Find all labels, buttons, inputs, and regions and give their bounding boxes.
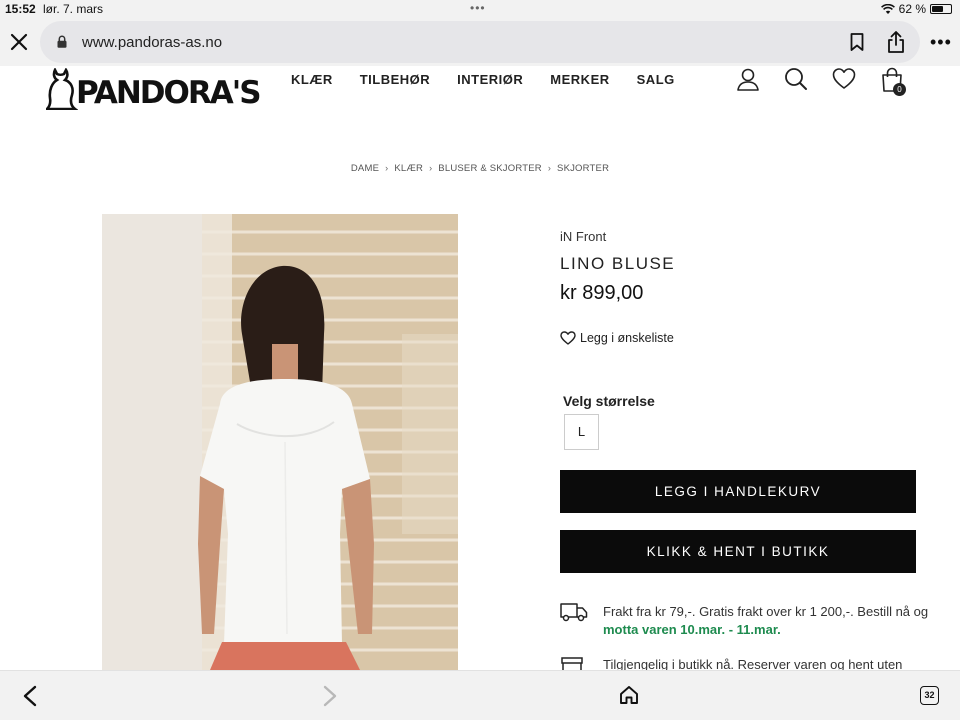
forward-icon[interactable] bbox=[322, 685, 338, 707]
nav-item-merker[interactable]: MERKER bbox=[550, 72, 609, 87]
shipping-text-block: Frakt fra kr 79,-. Gratis frakt over kr … bbox=[603, 603, 933, 639]
cart-count-badge: 0 bbox=[893, 83, 906, 96]
account-icon[interactable] bbox=[736, 67, 760, 93]
bookmark-icon[interactable] bbox=[849, 32, 865, 52]
nav-item-interior[interactable]: INTERIØR bbox=[457, 72, 523, 87]
product-brand[interactable]: iN Front bbox=[560, 229, 606, 244]
size-selector-label: Velg størrelse bbox=[563, 393, 655, 409]
url-field[interactable]: www.pandoras-as.no bbox=[40, 21, 920, 63]
breadcrumb: DAME › KLÆR › BLUSER & SKJORTER › SKJORTER bbox=[0, 163, 960, 174]
chevron-right-icon: › bbox=[547, 163, 552, 173]
tabs-button[interactable]: 32 bbox=[920, 686, 939, 705]
store-availability: Tilgjengelig i butikk nå. Reserver varen… bbox=[560, 656, 940, 670]
add-to-cart-button[interactable]: LEGG I HANDLEKURV bbox=[560, 470, 916, 513]
status-date: lør. 7. mars bbox=[43, 2, 104, 16]
store-icon bbox=[561, 657, 583, 670]
product-price: kr 899,00 bbox=[560, 282, 644, 304]
store-text: Tilgjengelig i butikk nå. Reserver varen… bbox=[603, 657, 903, 670]
add-to-wishlist-button[interactable]: Legg i ønskeliste bbox=[560, 331, 674, 345]
back-icon[interactable] bbox=[22, 685, 38, 707]
browser-bar: www.pandoras-as.no ••• bbox=[0, 18, 960, 66]
breadcrumb-item-klaer[interactable]: KLÆR bbox=[394, 163, 423, 174]
delivery-truck-icon bbox=[560, 603, 588, 622]
status-time: 15:52 bbox=[5, 2, 36, 16]
wifi-icon bbox=[880, 3, 895, 14]
wishlist-label: Legg i ønskeliste bbox=[580, 331, 674, 345]
url-text: www.pandoras-as.no bbox=[82, 34, 223, 51]
logo-text: PANDORA'S bbox=[76, 75, 262, 111]
status-right: 62 % bbox=[880, 2, 952, 16]
more-icon[interactable]: ••• bbox=[930, 33, 952, 51]
main-nav: KLÆR TILBEHØR INTERIØR MERKER SALG bbox=[291, 72, 702, 87]
lock-icon bbox=[57, 35, 67, 48]
nav-item-salg[interactable]: SALG bbox=[637, 72, 675, 87]
breadcrumb-item-skjorter[interactable]: SKJORTER bbox=[557, 163, 609, 174]
chevron-right-icon: › bbox=[385, 163, 389, 173]
close-icon[interactable] bbox=[8, 31, 30, 53]
browser-toolbar: 32 bbox=[0, 670, 960, 720]
home-icon[interactable] bbox=[619, 685, 639, 705]
shipping-info: Frakt fra kr 79,-. Gratis frakt over kr … bbox=[560, 603, 940, 643]
battery-icon bbox=[930, 4, 952, 14]
logo-silhouette-icon bbox=[46, 68, 78, 110]
breadcrumb-item-bluser[interactable]: BLUSER & SKJORTER bbox=[438, 163, 542, 174]
battery-percent: 62 % bbox=[898, 2, 926, 16]
status-bar: 15:52 lør. 7. mars ••• 62 % bbox=[0, 0, 960, 18]
breadcrumb-item-dame[interactable]: DAME bbox=[351, 163, 379, 174]
nav-item-tilbehor[interactable]: TILBEHØR bbox=[360, 72, 430, 87]
nav-item-klaer[interactable]: KLÆR bbox=[291, 72, 333, 87]
size-option-l[interactable]: L bbox=[564, 414, 599, 450]
shipping-text: Frakt fra kr 79,-. Gratis frakt over kr … bbox=[603, 604, 929, 619]
battery-fill bbox=[932, 6, 944, 12]
delivery-date: motta varen 10.mar. - 11.mar. bbox=[603, 622, 781, 637]
multitask-dots[interactable]: ••• bbox=[470, 1, 486, 15]
search-icon[interactable] bbox=[784, 67, 808, 93]
heart-icon bbox=[560, 331, 576, 345]
product-image[interactable] bbox=[102, 214, 458, 670]
site-logo[interactable]: PANDORA'S bbox=[46, 66, 262, 111]
product-name: LINO BLUSE bbox=[560, 254, 676, 273]
click-and-collect-button[interactable]: KLIKK & HENT I BUTIKK bbox=[560, 530, 916, 573]
share-icon[interactable] bbox=[886, 30, 906, 54]
heart-icon[interactable] bbox=[832, 67, 856, 93]
chevron-right-icon: › bbox=[429, 163, 433, 173]
product-photo bbox=[102, 214, 458, 670]
